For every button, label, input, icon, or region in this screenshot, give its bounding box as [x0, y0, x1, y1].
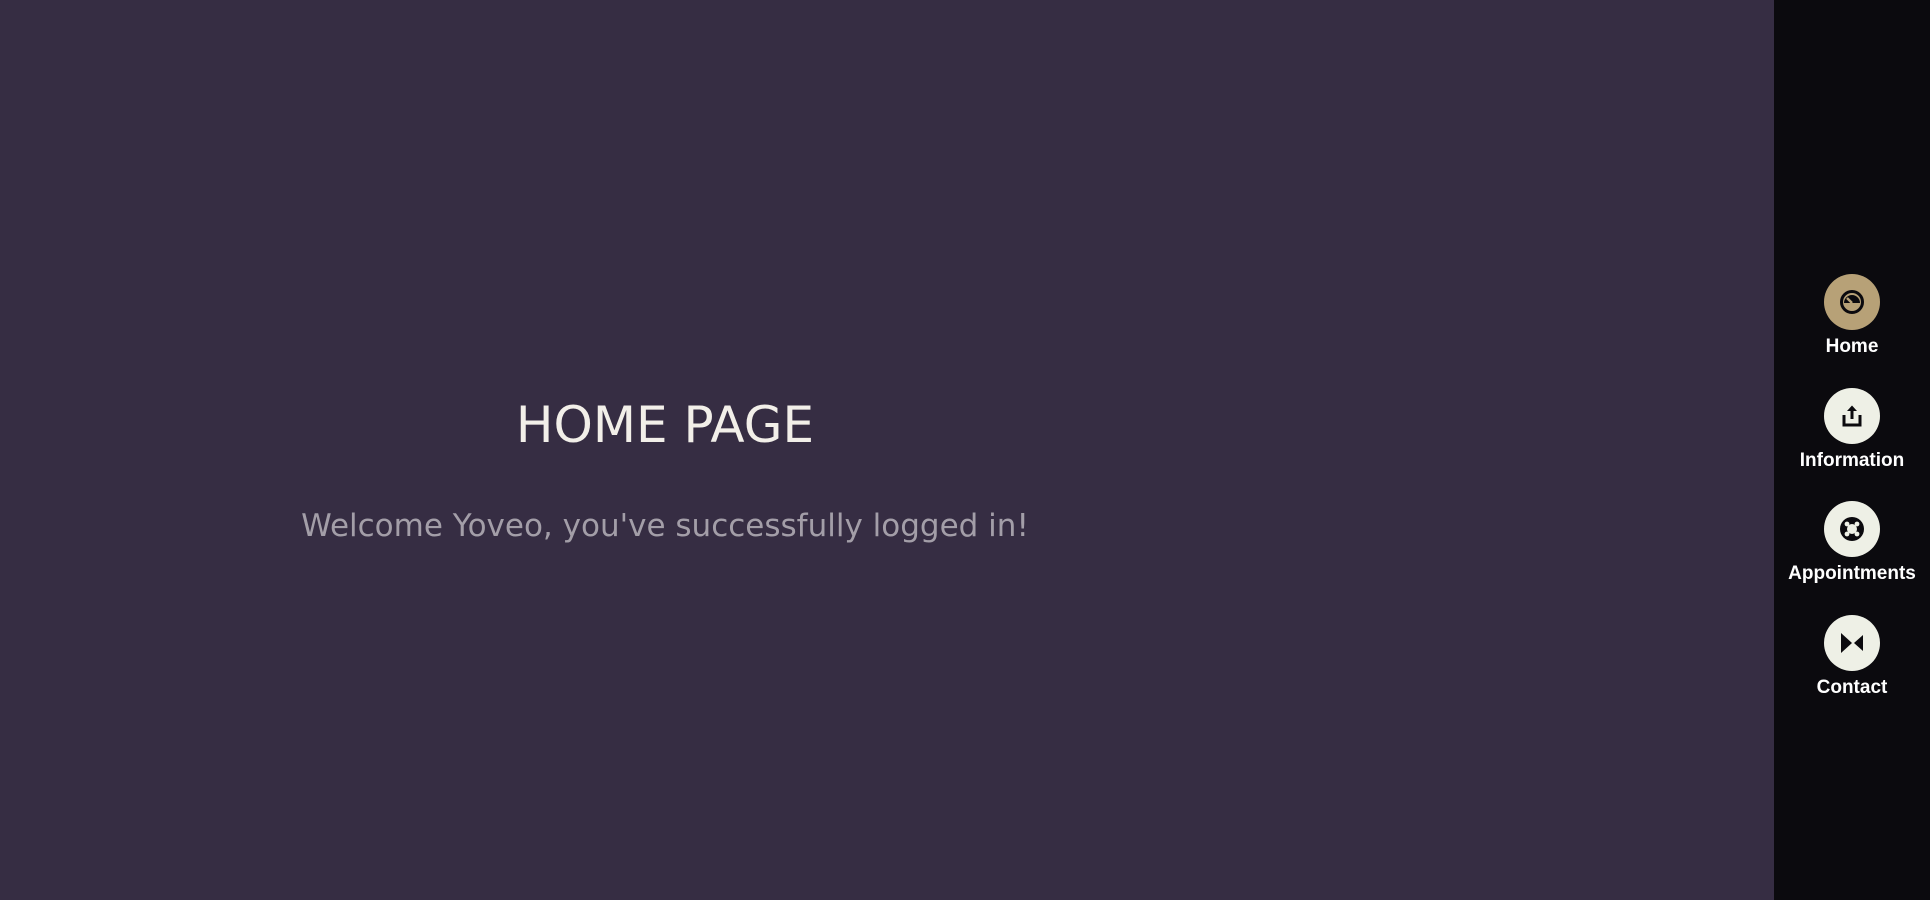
sidebar-item-contact[interactable]: Contact: [1774, 615, 1930, 715]
sidebar-item-label: Information: [1799, 450, 1905, 471]
main-content: HOME PAGE Welcome Yoveo, you've successf…: [0, 0, 1774, 900]
lifebuoy-icon: [1824, 501, 1880, 557]
welcome-message: Welcome Yoveo, you've successfully logge…: [301, 508, 1029, 544]
page-title: HOME PAGE: [515, 396, 815, 454]
share-upload-icon: [1824, 388, 1880, 444]
bowtie-icon: [1824, 615, 1880, 671]
sidebar-item-information[interactable]: Information: [1774, 388, 1930, 488]
sidebar-nav: Home Information Appointments Contact: [1774, 0, 1930, 900]
sidebar-item-label: Home: [1825, 336, 1879, 357]
gauge-icon: [1824, 274, 1880, 330]
sidebar-item-home[interactable]: Home: [1774, 274, 1930, 374]
sidebar-item-label: Contact: [1816, 677, 1888, 698]
sidebar-item-appointments[interactable]: Appointments: [1774, 501, 1930, 601]
sidebar-item-label: Appointments: [1788, 563, 1916, 584]
